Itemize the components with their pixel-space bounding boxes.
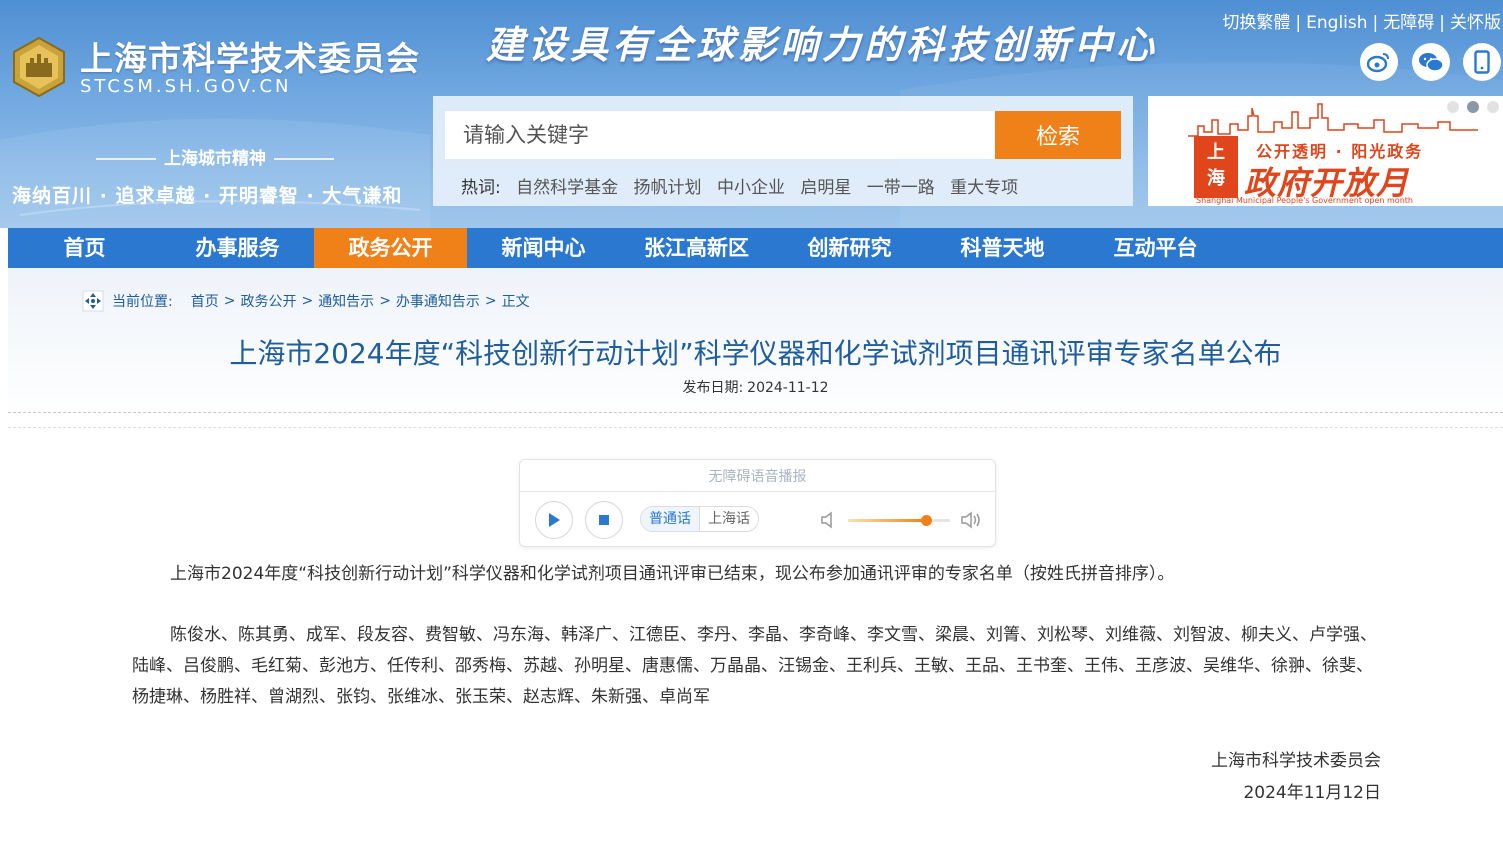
publish-date-value: 2024-11-12 — [747, 380, 829, 396]
weibo-icon[interactable] — [1360, 43, 1398, 81]
divider — [8, 427, 1503, 428]
hotword-link[interactable]: 扬帆计划 — [634, 178, 702, 198]
location-icon — [82, 290, 104, 312]
wechat-icon[interactable] — [1412, 43, 1450, 81]
stop-button[interactable] — [585, 501, 623, 539]
volume-up-icon[interactable] — [960, 510, 984, 530]
breadcrumb: 当前位置: 首页 > 政务公开 > 通知告示 > 办事通知告示 > 正文 — [82, 290, 530, 312]
breadcrumb-separator: > — [379, 293, 391, 309]
traditional-chinese-link[interactable]: 切换繁體 — [1222, 13, 1290, 33]
hotword-link[interactable]: 启明星 — [800, 178, 851, 198]
article-title: 上海市2024年度“科技创新行动计划”科学仪器和化学试剂项目通讯评审专家名单公布 — [229, 337, 1282, 370]
banner-english: Shanghai Municipal People's Government o… — [1196, 196, 1413, 205]
divider — [8, 412, 1503, 413]
article-paragraph: 上海市2024年度“科技创新行动计划”科学仪器和化学试剂项目通讯评审已结束，现公… — [170, 564, 1175, 584]
stcsm-logo[interactable] — [8, 36, 70, 98]
banner-dot[interactable] — [1447, 101, 1459, 113]
main-nav: 首页 办事服务 政务公开 新闻中心 张江高新区 创新研究 科普天地 互动平台 — [8, 228, 1503, 268]
nav-item-government-affairs[interactable]: 政务公开 — [314, 228, 467, 268]
language-toggle: 普通话 上海话 — [640, 506, 759, 532]
divider — [520, 491, 995, 492]
nav-item-news[interactable]: 新闻中心 — [467, 228, 620, 268]
stop-icon — [599, 515, 609, 525]
play-button[interactable] — [535, 501, 573, 539]
breadcrumb-home[interactable]: 首页 — [191, 291, 219, 311]
banner-seal: 上 海 — [1194, 136, 1238, 198]
search-input[interactable] — [445, 111, 995, 159]
accessibility-link[interactable]: 无障碍 — [1383, 13, 1434, 33]
nav-item-zhangjiang[interactable]: 张江高新区 — [620, 228, 773, 268]
breadcrumb-separator: > — [301, 293, 314, 309]
expert-list-paragraph: 陈俊水、陈其勇、成军、段友容、费智敏、冯东海、韩泽广、江德臣、李丹、李晶、李奇峰… — [132, 625, 1377, 707]
open-month-banner[interactable]: 上 海 公开透明 · 阳光政务 政府开放月 Shanghai Municipal… — [1148, 96, 1503, 206]
banner-dot-active[interactable] — [1467, 101, 1479, 113]
site-domain: STCSM.SH.GOV.CN — [80, 76, 292, 97]
nav-item-services[interactable]: 办事服务 — [161, 228, 314, 268]
audio-player-title: 无障碍语音播报 — [708, 469, 807, 485]
city-spirit-text: 海纳百川 · 追求卓越 · 开明睿智 · 大气谦和 — [12, 185, 403, 207]
site-name[interactable]: 上海市科学技术委员会 — [80, 32, 420, 80]
audio-player: 无障碍语音播报 普通话 上海话 — [519, 459, 996, 547]
signature-date: 2024年11月12日 — [1243, 783, 1381, 803]
hotwords: 热词: 自然科学基金 扬帆计划 中小企业 启明星 一带一路 重大专项 — [461, 173, 1018, 198]
care-mode-link[interactable]: 关怀版 — [1450, 13, 1501, 33]
search-panel: 检索 热词: 自然科学基金 扬帆计划 中小企业 启明星 一带一路 重大专项 — [433, 96, 1133, 206]
mandarin-option[interactable]: 普通话 — [641, 507, 699, 531]
volume-slider[interactable] — [848, 515, 950, 526]
nav-item-interaction[interactable]: 互动平台 — [1079, 228, 1232, 268]
banner-dot[interactable] — [1487, 101, 1499, 113]
breadcrumb-service-notices[interactable]: 办事通知告示 — [396, 291, 480, 311]
publish-date: 发布日期: 2024-11-12 — [8, 377, 1503, 397]
banner-dots — [1447, 101, 1499, 113]
mobile-icon[interactable] — [1463, 43, 1501, 81]
banner-seal-char: 上 — [1207, 142, 1225, 163]
header-slogan: 建设具有全球影响力的科技创新中心 — [486, 22, 1159, 67]
breadcrumb-separator: > — [223, 293, 236, 309]
volume-fill — [848, 519, 926, 522]
breadcrumb-label: 当前位置: — [112, 294, 173, 310]
shanghainese-option[interactable]: 上海话 — [699, 507, 758, 531]
link-separator: | — [1439, 13, 1445, 33]
volume-down-icon[interactable] — [820, 510, 836, 530]
nav-item-home[interactable]: 首页 — [8, 228, 161, 268]
hotword-link[interactable]: 中小企业 — [717, 178, 785, 198]
link-separator: | — [1372, 13, 1379, 33]
volume-knob[interactable] — [920, 515, 932, 526]
link-separator: | — [1295, 13, 1302, 33]
banner-seal-char: 海 — [1207, 168, 1225, 189]
english-link[interactable]: English — [1306, 13, 1367, 33]
breadcrumb-current: 正文 — [501, 294, 530, 310]
play-icon — [549, 513, 560, 527]
city-spirit-title: 上海城市精神 — [80, 144, 350, 169]
main-content: 当前位置: 首页 > 政务公开 > 通知告示 > 办事通知告示 > 正文 上海市… — [8, 268, 1503, 854]
breadcrumb-notices[interactable]: 通知告示 — [318, 291, 374, 311]
site-header: 上海市科学技术委员会 STCSM.SH.GOV.CN 建设具有全球影响力的科技创… — [0, 0, 1503, 228]
nav-item-innovation[interactable]: 创新研究 — [773, 228, 926, 268]
hotword-link[interactable]: 重大专项 — [950, 178, 1018, 198]
nav-item-science-pop[interactable]: 科普天地 — [926, 228, 1079, 268]
breadcrumb-government-affairs[interactable]: 政务公开 — [240, 291, 296, 311]
hotword-link[interactable]: 自然科学基金 — [516, 178, 618, 198]
top-links: 切换繁體 | English | 无障碍 | 关怀版 — [1222, 8, 1501, 33]
search-button[interactable]: 检索 — [995, 111, 1121, 159]
hotwords-label: 热词: — [461, 178, 501, 198]
hotword-link[interactable]: 一带一路 — [867, 178, 935, 198]
skyline-icon — [1188, 103, 1478, 137]
signature-organization: 上海市科学技术委员会 — [1211, 751, 1381, 771]
publish-date-label: 发布日期: — [682, 380, 744, 396]
breadcrumb-separator: > — [484, 293, 497, 309]
